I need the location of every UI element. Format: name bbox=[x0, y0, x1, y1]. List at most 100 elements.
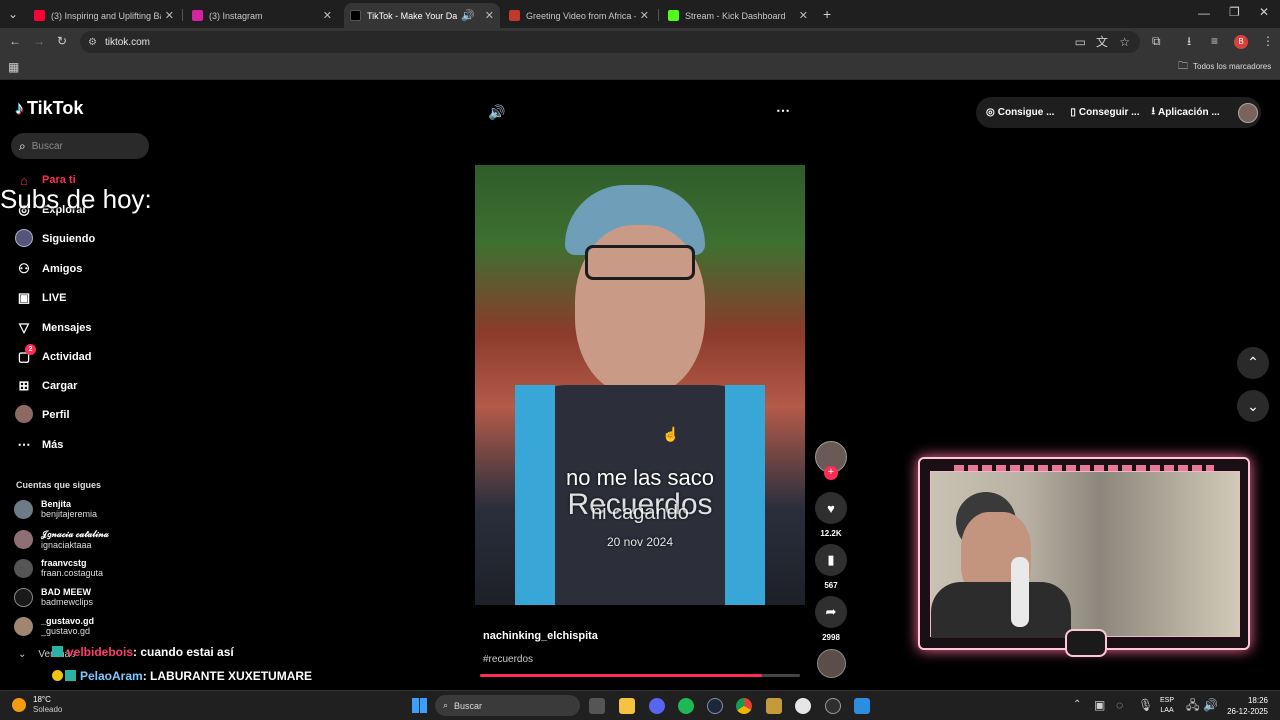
tiktok-sidebar: ♪ TikTok ⌕ Buscar ⌂ Para ti ◎ Explorar Sig… bbox=[0, 81, 160, 690]
close-tab-icon[interactable]: ✕ bbox=[640, 9, 649, 22]
clock[interactable]: 18:26 26-12-2025 bbox=[1222, 695, 1268, 717]
reload-icon[interactable]: ↻ bbox=[57, 35, 67, 47]
close-window-icon[interactable]: ✕ bbox=[1259, 6, 1269, 18]
translate-icon[interactable]: 文 bbox=[1096, 36, 1108, 48]
page-icon bbox=[509, 10, 520, 21]
tiktok-logo[interactable]: ♪ TikTok bbox=[15, 98, 83, 119]
following-icon bbox=[14, 228, 34, 250]
app-icon[interactable] bbox=[854, 698, 870, 714]
previous-video-button[interactable]: ⌃ bbox=[1237, 347, 1269, 379]
file-explorer-icon[interactable] bbox=[619, 698, 635, 714]
extensions-icon[interactable]: ⧉ bbox=[1152, 35, 1161, 47]
obs-icon[interactable] bbox=[825, 698, 841, 714]
menu-kebab-icon[interactable]: ⋮ bbox=[1262, 35, 1274, 47]
followed-account[interactable]: 𝒥𝑔𝓃𝒶𝒸𝒾𝒶 𝒸𝒶𝓉𝒶𝓁𝒾𝓃𝒶 ignaciaktaaa bbox=[14, 529, 109, 550]
chat-text: : cuando estai así bbox=[133, 645, 234, 659]
share-button[interactable]: ➦ bbox=[815, 596, 847, 628]
browser-tab-tiktok[interactable]: TikTok - Make Your Day 🔊 ✕ bbox=[344, 3, 500, 28]
more-options-icon[interactable]: ⋯ bbox=[776, 102, 790, 119]
nav-label: LIVE bbox=[42, 292, 67, 304]
followed-account[interactable]: fraanvcstg fraan.costaguta bbox=[14, 558, 103, 578]
sound-avatar[interactable] bbox=[817, 649, 846, 678]
app-icon[interactable] bbox=[795, 698, 811, 714]
restore-icon[interactable]: ❐ bbox=[1229, 6, 1240, 18]
spotify-icon[interactable] bbox=[678, 698, 694, 714]
volume-icon[interactable]: 🔊 bbox=[488, 104, 505, 121]
address-bar[interactable]: ⚙ tiktok.com ▭ 文 ☆ bbox=[80, 31, 1140, 53]
speaker-icon[interactable]: 🔊 bbox=[461, 9, 475, 22]
get-app-button[interactable]: ▯ Conseguir ... bbox=[1070, 107, 1139, 118]
live-icon: ▣ bbox=[17, 290, 31, 305]
windows-start-icon[interactable] bbox=[412, 698, 427, 713]
chat-username: velbidebois bbox=[67, 645, 134, 659]
tray-app-icon[interactable]: ▣ bbox=[1094, 699, 1105, 711]
bookmark-star-icon[interactable]: ☆ bbox=[1119, 36, 1130, 48]
all-bookmarks-link[interactable]: Todos los marcadores bbox=[1193, 62, 1271, 71]
forward-icon[interactable]: → bbox=[33, 35, 45, 47]
nav-item-perfil[interactable]: Perfil bbox=[14, 404, 70, 426]
follow-plus-icon[interactable]: + bbox=[824, 466, 838, 480]
close-tab-icon[interactable]: ✕ bbox=[485, 9, 494, 22]
download-icon[interactable]: ⭳ bbox=[1187, 35, 1191, 47]
avatar[interactable] bbox=[1237, 102, 1258, 123]
followed-account[interactable]: BAD MEEW badmewclips bbox=[14, 587, 93, 607]
close-tab-icon[interactable]: ✕ bbox=[165, 9, 174, 22]
like-button[interactable]: ♥ bbox=[815, 492, 847, 524]
search-input[interactable]: ⌕ Buscar bbox=[11, 133, 149, 159]
action-label: Conseguir ... bbox=[1078, 107, 1140, 118]
new-tab-icon[interactable]: + bbox=[823, 7, 831, 21]
site-info-icon[interactable]: ⚙ bbox=[88, 37, 97, 48]
tray-chevron-icon[interactable]: ⌃ bbox=[1073, 700, 1081, 710]
like-count: 12.2K bbox=[820, 529, 842, 538]
followed-account[interactable]: Benjita benjitajeremia bbox=[14, 499, 97, 519]
browser-tab-instagram[interactable]: (3) Instagram ✕ bbox=[186, 3, 338, 28]
steam-icon[interactable] bbox=[707, 698, 723, 714]
nav-item-live[interactable]: ▣ LIVE bbox=[14, 287, 67, 309]
video-hashtag[interactable]: #recuerdos bbox=[483, 654, 533, 665]
download-icon: ⭳ bbox=[1151, 106, 1155, 117]
nav-item-amigos[interactable]: ⚇ Amigos bbox=[14, 258, 82, 280]
back-icon[interactable]: ← bbox=[9, 35, 21, 47]
microphone-icon[interactable]: 🎙 bbox=[1138, 699, 1153, 711]
nav-item-mensajes[interactable]: ▽ Mensajes bbox=[14, 317, 92, 339]
weather-widget[interactable]: 18°C Soleado bbox=[12, 695, 62, 715]
video-player[interactable]: no me las saco Recuerdos ni cagando 20 n… bbox=[475, 165, 805, 605]
nav-item-cargar[interactable]: ⊞ Cargar bbox=[14, 375, 78, 397]
chrome-icon[interactable] bbox=[736, 698, 752, 714]
video-progress-track[interactable] bbox=[480, 674, 800, 677]
next-video-button[interactable]: ⌄ bbox=[1237, 390, 1269, 422]
install-icon[interactable]: ▭ bbox=[1075, 36, 1086, 48]
browser-tab-youtube[interactable]: (3) Inspiring and Uplifting Backi ✕ bbox=[28, 3, 180, 28]
media-control-icon[interactable]: ≡ bbox=[1211, 35, 1218, 47]
nav-item-mas[interactable]: ⋯ Más bbox=[14, 434, 64, 456]
taskbar-search[interactable]: ⌕ Buscar bbox=[435, 695, 580, 716]
task-view-icon[interactable] bbox=[589, 698, 605, 714]
desktop-app-button[interactable]: ⭳ Aplicación ... bbox=[1151, 104, 1219, 121]
close-tab-icon[interactable]: ✕ bbox=[323, 9, 332, 22]
chevron-down-icon: ⌄ bbox=[18, 649, 27, 660]
account-handle: benjitajeremia bbox=[41, 509, 98, 519]
volume-icon[interactable]: 🔊 bbox=[1203, 699, 1218, 711]
profile-avatar[interactable]: B bbox=[1234, 35, 1248, 49]
video-author[interactable]: nachinking_elchispita bbox=[483, 630, 598, 642]
browser-toolbar: ← → ↻ ⚙ tiktok.com ▭ 文 ☆ ⧉ ⭳ ≡ B ⋮ bbox=[0, 28, 1280, 56]
app-icon[interactable] bbox=[766, 698, 782, 714]
nav-item-siguiendo[interactable]: Siguiendo bbox=[14, 228, 95, 250]
save-button[interactable]: ▮ bbox=[815, 544, 847, 576]
browser-tab-greeting-video[interactable]: Greeting Video from Africa – do ✕ bbox=[503, 3, 655, 28]
close-tab-icon[interactable]: ✕ bbox=[799, 9, 808, 22]
browser-tab-kick[interactable]: Stream - Kick Dashboard ✕ bbox=[662, 3, 814, 28]
discord-icon[interactable] bbox=[649, 698, 665, 714]
wifi-icon[interactable]: ◌ bbox=[1116, 699, 1123, 711]
apps-grid-icon[interactable]: ▦ bbox=[8, 61, 19, 73]
get-coins-button[interactable]: ◎ Consigue ... bbox=[986, 107, 1054, 118]
followed-account[interactable]: _gustavo.gd _gustavo.gd bbox=[14, 616, 94, 636]
nav-item-actividad[interactable]: ▢ 2 Actividad bbox=[14, 344, 92, 368]
network-icon[interactable]: 🖧 bbox=[1186, 699, 1199, 711]
minimize-icon[interactable]: — bbox=[1198, 7, 1210, 19]
tiktok-icon bbox=[350, 10, 361, 21]
kick-icon bbox=[668, 10, 679, 21]
tab-search-icon[interactable]: ⌄ bbox=[8, 8, 18, 20]
language-layout: LAA bbox=[1160, 707, 1174, 714]
language-indicator[interactable]: ESP LAA bbox=[1160, 696, 1174, 716]
